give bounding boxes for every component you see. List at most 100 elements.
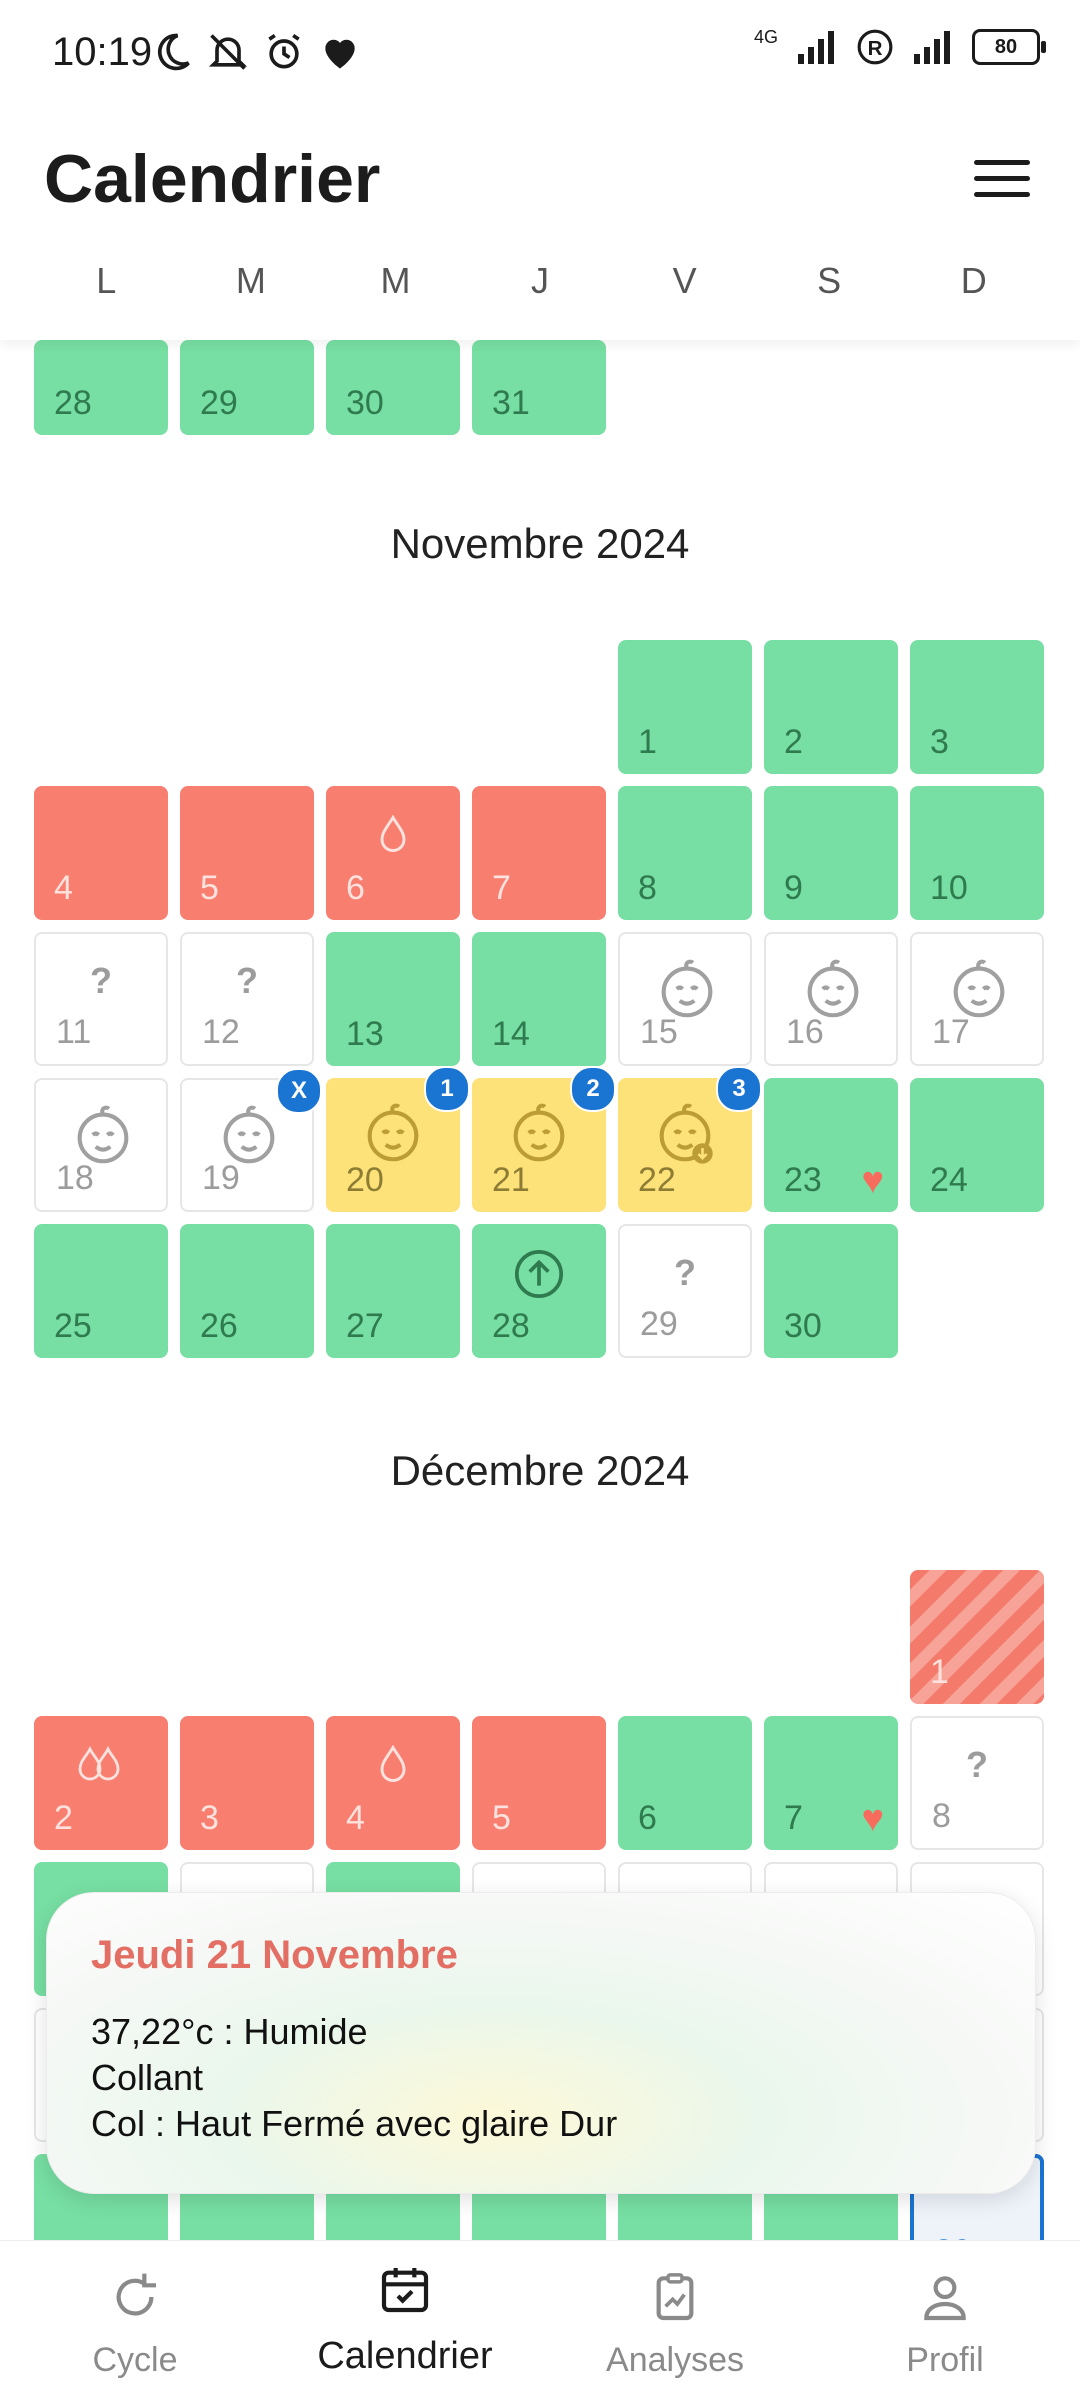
day-cell-nov-24[interactable]: 24 bbox=[910, 1078, 1044, 1212]
heart-status-icon bbox=[325, 39, 355, 69]
cancel-badge: X bbox=[276, 1068, 322, 1114]
baby-face-icon bbox=[513, 1103, 565, 1162]
weekday-sun: D bbox=[960, 260, 987, 301]
weekday-sat: S bbox=[817, 260, 842, 301]
nav-analyses[interactable]: Analyses bbox=[540, 2241, 810, 2401]
roaming-icon: R bbox=[857, 29, 893, 65]
day-cell-nov-10[interactable]: 10 bbox=[910, 786, 1044, 920]
month-title-november: Novembre 2024 bbox=[390, 520, 690, 567]
day-cell-nov-20[interactable]: 1 20 bbox=[326, 1066, 470, 1212]
baby-face-icon bbox=[659, 1103, 713, 1164]
day-cell-nov-18[interactable]: 18 bbox=[34, 1078, 168, 1212]
day-cell-nov-7[interactable]: 7 bbox=[472, 786, 606, 920]
weekday-fri: V bbox=[672, 260, 697, 301]
refresh-cycle-icon bbox=[116, 2273, 156, 2316]
nav-cycle[interactable]: Cycle bbox=[0, 2241, 270, 2401]
calendar-check-icon bbox=[381, 2268, 429, 2313]
day-number-badge: 1 bbox=[424, 1066, 470, 1112]
unknown-mark: ? bbox=[236, 960, 258, 1001]
unknown-mark: ? bbox=[674, 1252, 696, 1293]
day-cell-dec-8[interactable]: ? 8 bbox=[910, 1716, 1044, 1850]
day-cell-nov-19[interactable]: X 19 bbox=[180, 1068, 322, 1212]
muted-bell-icon bbox=[208, 34, 248, 70]
unknown-mark: ? bbox=[966, 1744, 988, 1785]
baby-face-icon bbox=[367, 1103, 419, 1162]
alarm-icon bbox=[268, 33, 300, 69]
day-cell-oct-29[interactable]: 29 bbox=[180, 340, 314, 435]
menu-button[interactable] bbox=[974, 160, 1030, 204]
svg-text:R: R bbox=[868, 37, 883, 60]
day-cell-dec-5[interactable]: 5 bbox=[472, 1716, 606, 1850]
day-cell-dec-7[interactable]: 7 ♥ bbox=[764, 1716, 898, 1850]
day-cell-nov-8[interactable]: 8 bbox=[618, 786, 752, 920]
day-cell-oct-30[interactable]: 30 bbox=[326, 340, 460, 435]
day-cell-nov-13[interactable]: 13 bbox=[326, 932, 460, 1066]
month-title-december: Décembre 2024 bbox=[390, 1447, 690, 1494]
day-cell-nov-26[interactable]: 26 bbox=[180, 1224, 314, 1358]
weekday-wed: M bbox=[380, 260, 411, 301]
day-cell-oct-31[interactable]: 31 bbox=[472, 340, 606, 435]
day-cell-nov-6[interactable]: 6 bbox=[326, 786, 460, 920]
detail-temperature: 37,22°c : Humide bbox=[91, 2011, 368, 2052]
status-time: 10:19 bbox=[52, 30, 153, 74]
day-cell-nov-27[interactable]: 27 bbox=[326, 1224, 460, 1358]
network-label: 4G bbox=[753, 26, 778, 47]
day-detail-card[interactable]: Jeudi 21 Novembre 37,22°c : Humide Colla… bbox=[46, 1892, 1036, 2194]
day-cell-nov-5[interactable]: 5 bbox=[180, 786, 314, 920]
status-icons-right: 4G R 80 bbox=[753, 26, 1046, 66]
day-cell-nov-11[interactable]: ? 11 bbox=[34, 932, 168, 1066]
day-cell-nov-17[interactable]: 17 bbox=[910, 932, 1044, 1066]
day-cell-dec-2[interactable]: 2 bbox=[34, 1716, 168, 1850]
day-cell-dec-6[interactable]: 6 bbox=[618, 1716, 752, 1850]
drop-icon bbox=[380, 1744, 406, 1782]
day-cell-nov-16[interactable]: 16 bbox=[764, 932, 898, 1066]
weekday-mon: L bbox=[96, 260, 117, 301]
day-cell-dec-1[interactable]: 1 bbox=[910, 1570, 1044, 1704]
day-cell-nov-1[interactable]: 1 bbox=[618, 640, 752, 774]
calendar-header: Calendrier L M M J V S D bbox=[0, 110, 1080, 340]
heart-icon: ♥ bbox=[861, 1160, 884, 1202]
day-number-badge: 2 bbox=[570, 1066, 616, 1112]
signal-icon-2 bbox=[914, 31, 950, 64]
arrow-up-circle-icon bbox=[514, 1249, 564, 1299]
detail-date-title: Jeudi 21 Novembre bbox=[91, 1933, 458, 1977]
weekday-row: L M M J V S D bbox=[34, 260, 1046, 302]
day-cell-oct-28[interactable]: 28 bbox=[34, 340, 168, 435]
nav-profile[interactable]: Profil bbox=[810, 2241, 1080, 2401]
battery-icon: 80 bbox=[972, 29, 1046, 65]
page-title: Calendrier bbox=[44, 141, 381, 217]
day-cell-nov-3[interactable]: 3 bbox=[910, 640, 1044, 774]
day-cell-nov-21[interactable]: 2 21 bbox=[472, 1066, 616, 1212]
heart-icon: ♥ bbox=[861, 1798, 884, 1840]
day-cell-nov-14[interactable]: 14 bbox=[472, 932, 606, 1066]
day-cell-nov-2[interactable]: 2 bbox=[764, 640, 898, 774]
nav-calendar[interactable]: Calendrier bbox=[270, 2241, 540, 2401]
moon-icon bbox=[157, 33, 190, 71]
day-cell-nov-22[interactable]: 3 22 bbox=[618, 1066, 762, 1212]
drop-icon bbox=[380, 814, 406, 852]
day-cell-nov-12[interactable]: ? 12 bbox=[180, 932, 314, 1066]
status-icons-left bbox=[150, 30, 362, 74]
day-cell-dec-4[interactable]: 4 bbox=[326, 1716, 460, 1850]
day-cell-nov-30[interactable]: 30 bbox=[764, 1224, 898, 1358]
day-cell-nov-23[interactable]: 23 ♥ bbox=[764, 1078, 898, 1212]
detail-mucus: Collant bbox=[91, 2057, 204, 2098]
signal-icon bbox=[798, 31, 834, 64]
bottom-navigation: Cycle Calendrier Analyses Profil bbox=[0, 2240, 1080, 2401]
weekday-tue: M bbox=[235, 260, 266, 301]
day-cell-nov-15[interactable]: 15 bbox=[618, 932, 752, 1066]
status-bar: 10:19 4G R 80 bbox=[0, 0, 1080, 110]
clipboard-chart-icon bbox=[656, 2273, 694, 2321]
user-icon bbox=[924, 2276, 966, 2321]
weekday-thu: J bbox=[531, 260, 550, 301]
detail-cervix: Col : Haut Fermé avec glaire Dur bbox=[91, 2103, 618, 2144]
day-cell-nov-29[interactable]: ? 29 bbox=[618, 1224, 752, 1358]
day-cell-dec-3[interactable]: 3 bbox=[180, 1716, 314, 1850]
unknown-mark: ? bbox=[90, 960, 112, 1001]
day-cell-nov-28[interactable]: 28 bbox=[472, 1224, 606, 1358]
day-number-badge: 3 bbox=[716, 1066, 762, 1112]
double-drop-icon bbox=[78, 1745, 120, 1781]
day-cell-nov-4[interactable]: 4 bbox=[34, 786, 168, 920]
day-cell-nov-25[interactable]: 25 bbox=[34, 1224, 168, 1358]
day-cell-nov-9[interactable]: 9 bbox=[764, 786, 898, 920]
